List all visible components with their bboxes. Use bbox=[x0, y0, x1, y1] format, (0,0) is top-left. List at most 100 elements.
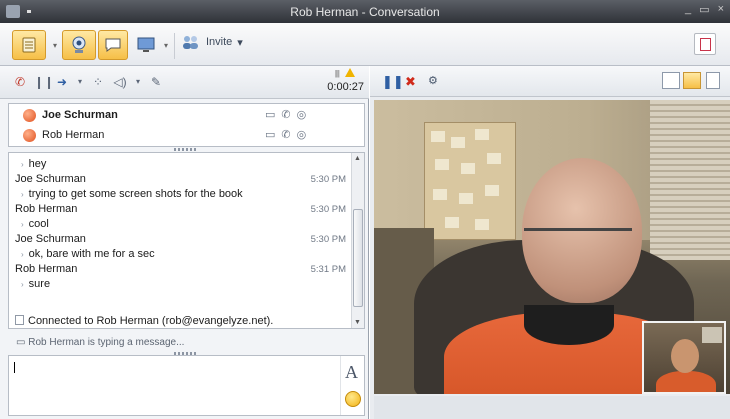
participant-name: Rob Herman bbox=[42, 129, 105, 141]
webcam-icon bbox=[72, 36, 86, 53]
resize-grip[interactable] bbox=[174, 148, 198, 151]
share-dropdown[interactable]: ▾ bbox=[160, 30, 170, 60]
title-bar: Rob Herman - Conversation _ ▭ × bbox=[0, 0, 730, 23]
connection-status: Connected to Rob Herman (rob@evangelyze.… bbox=[15, 315, 273, 327]
chat-scrollbar[interactable]: ▲ ▼ bbox=[351, 153, 364, 328]
window-controls: _ ▭ × bbox=[685, 3, 724, 16]
instant-message-icon[interactable]: ▭ bbox=[265, 128, 275, 141]
chat-sender: Rob Herman bbox=[15, 263, 78, 275]
message-bullet-icon: › bbox=[21, 160, 24, 169]
invite-label: Invite bbox=[206, 36, 233, 48]
chat-message: › hey bbox=[21, 158, 47, 170]
self-view-head bbox=[671, 339, 699, 373]
font-button[interactable]: A bbox=[345, 362, 358, 383]
instant-message-button[interactable] bbox=[98, 30, 128, 60]
speaker-icon[interactable]: ◁) bbox=[112, 75, 128, 89]
transfer-icon[interactable]: ➜ bbox=[54, 75, 70, 89]
contact-list-icon bbox=[22, 37, 36, 53]
chevron-down-icon: ▾ bbox=[163, 40, 168, 50]
chat-message: › sure bbox=[21, 278, 51, 290]
contact-list-dropdown[interactable]: ▾ bbox=[48, 30, 60, 60]
video-pane: ❚❚ ✖ ⚙ bbox=[370, 66, 730, 419]
microphone-icon[interactable]: ✎ bbox=[148, 75, 164, 89]
video-window-blinds bbox=[650, 100, 730, 260]
scroll-up-icon[interactable]: ▲ bbox=[354, 155, 361, 162]
participant-list: Joe Schurman ▭ ✆ ◎ Rob Herman ▭ ✆ ◎ bbox=[8, 103, 365, 147]
close-button[interactable]: × bbox=[718, 3, 724, 16]
self-view-shirt bbox=[656, 371, 716, 392]
presence-icon bbox=[23, 129, 36, 142]
chevron-down-icon: ▾ bbox=[52, 40, 57, 50]
layout-pip-icon[interactable] bbox=[683, 72, 701, 89]
invite-button[interactable]: Invite ▾ bbox=[181, 34, 243, 50]
chat-timestamp: 5:31 PM bbox=[310, 264, 346, 275]
contact-list-button[interactable] bbox=[12, 30, 46, 60]
stop-video-icon[interactable]: ✖ bbox=[405, 74, 416, 90]
call-timer: 0:00:27 bbox=[327, 81, 364, 93]
webcam-icon[interactable]: ◎ bbox=[297, 128, 307, 141]
scroll-down-icon[interactable]: ▼ bbox=[354, 319, 361, 326]
message-bullet-icon: › bbox=[21, 250, 24, 259]
maximize-button[interactable]: ▭ bbox=[699, 3, 709, 16]
message-bullet-icon: › bbox=[21, 280, 24, 289]
share-desktop-button[interactable] bbox=[132, 30, 160, 60]
chevron-down-icon[interactable]: ▾ bbox=[72, 75, 88, 89]
toolbar-divider bbox=[174, 33, 175, 59]
scrollbar-thumb[interactable] bbox=[353, 209, 363, 307]
phone-icon[interactable]: ✆ bbox=[281, 128, 290, 141]
add-people-icon bbox=[183, 36, 198, 49]
message-input[interactable]: A bbox=[8, 355, 365, 416]
message-bullet-icon: › bbox=[21, 220, 24, 229]
end-call-icon[interactable]: ✆ bbox=[12, 75, 28, 89]
participant-row[interactable]: Rob Herman ▭ ✆ ◎ bbox=[9, 126, 364, 146]
participant-actions: ▭ ✆ ◎ bbox=[265, 128, 306, 141]
self-view-background bbox=[702, 327, 722, 343]
participant-name: Joe Schurman bbox=[42, 109, 118, 121]
call-controls-bar: ✆ ❙❙ ➜ ▾ ⁘ ◁) ▾ ✎ |||| 0:00:27 bbox=[0, 66, 369, 99]
video-person-collar bbox=[524, 305, 614, 345]
emoticon-icon[interactable] bbox=[345, 391, 361, 407]
chat-timestamp: 5:30 PM bbox=[310, 174, 346, 185]
chevron-down-icon: ▾ bbox=[237, 36, 243, 49]
video-controls-bar: ❚❚ ✖ ⚙ bbox=[370, 66, 730, 97]
hold-icon[interactable]: ❙❙ bbox=[34, 75, 54, 89]
signal-strength-icon: |||| bbox=[334, 69, 340, 78]
popout-video-icon[interactable] bbox=[706, 72, 720, 89]
info-icon bbox=[15, 315, 24, 325]
chat-history: › hey Joe Schurman 5:30 PM › trying to get… bbox=[8, 152, 365, 329]
phone-icon[interactable]: ✆ bbox=[281, 108, 290, 121]
notes-button[interactable] bbox=[694, 33, 716, 55]
instant-message-icon[interactable]: ▭ bbox=[265, 108, 275, 121]
main-toolbar: ▾ ▾ Invite ▾ bbox=[0, 23, 730, 66]
video-status-bar bbox=[374, 396, 730, 419]
message-bullet-icon: › bbox=[21, 190, 24, 199]
video-button[interactable] bbox=[62, 30, 96, 60]
warning-icon[interactable] bbox=[345, 68, 355, 77]
minimize-button[interactable]: _ bbox=[685, 3, 691, 16]
compose-tools: A bbox=[340, 356, 364, 415]
layout-small-icon[interactable] bbox=[662, 72, 680, 89]
text-cursor bbox=[14, 362, 15, 373]
pause-video-icon[interactable]: ❚❚ bbox=[382, 74, 404, 90]
typing-icon: ▭ bbox=[16, 337, 26, 348]
chat-sender: Joe Schurman bbox=[15, 173, 86, 185]
chevron-down-icon[interactable]: ▾ bbox=[130, 75, 146, 89]
chat-timestamp: 5:30 PM bbox=[310, 204, 346, 215]
chat-sender: Rob Herman bbox=[15, 203, 78, 215]
camera-settings-icon[interactable]: ⚙ bbox=[428, 74, 438, 87]
dialpad-icon[interactable]: ⁘ bbox=[90, 75, 106, 89]
video-person-glasses bbox=[524, 228, 632, 242]
presence-icon bbox=[23, 109, 36, 122]
video-bulletin-board bbox=[424, 122, 516, 240]
window-title: Rob Herman - Conversation bbox=[290, 5, 440, 19]
chat-sender: Joe Schurman bbox=[15, 233, 86, 245]
notes-icon bbox=[700, 38, 711, 51]
chat-message: › trying to get some screen shots for the… bbox=[21, 188, 243, 200]
chat-timestamp: 5:30 PM bbox=[310, 234, 346, 245]
participant-row[interactable]: Joe Schurman ▭ ✆ ◎ bbox=[9, 106, 364, 126]
webcam-icon[interactable]: ◎ bbox=[297, 108, 307, 121]
typing-indicator: ▭ Rob Herman is typing a message... bbox=[16, 337, 185, 348]
remote-video[interactable] bbox=[374, 100, 730, 394]
participant-actions: ▭ ✆ ◎ bbox=[265, 108, 306, 121]
self-view-video[interactable] bbox=[642, 321, 726, 394]
